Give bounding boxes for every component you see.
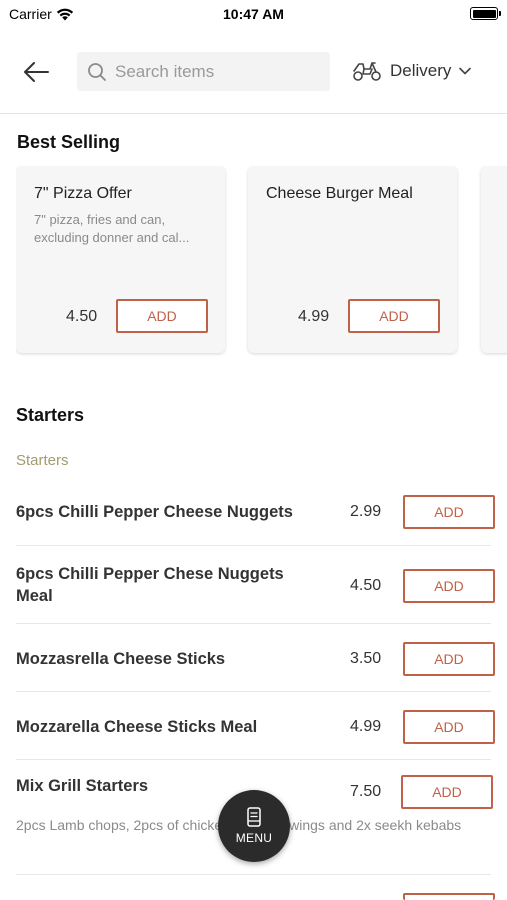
menu-item-price: 4.99 <box>350 718 382 735</box>
add-button-partial[interactable] <box>403 893 495 900</box>
menu-item[interactable]: Mozzasrella Cheese Sticks 3.50 ADD <box>16 642 495 676</box>
divider <box>16 691 491 692</box>
menu-item-price: 4.50 <box>350 577 382 594</box>
chevron-down-icon <box>459 67 472 75</box>
menu-item-name: Mozzasrella Cheese Sticks <box>16 650 226 668</box>
menu-button-label: MENU <box>235 831 273 845</box>
arrow-left-icon <box>24 62 49 82</box>
product-card-name: 7" Pizza Offer <box>34 185 132 202</box>
product-card-price: 4.99 <box>298 308 330 325</box>
menu-item-price: 3.50 <box>350 650 382 667</box>
status-bar: Carrier 10:47 AM <box>0 0 507 28</box>
menu-item-price: 2.99 <box>350 503 382 520</box>
starters-title: Starters <box>16 405 85 425</box>
menu-item[interactable]: 6pcs Chilli Pepper Chese Nuggets Meal 4.… <box>16 563 495 609</box>
search-input[interactable] <box>115 61 315 82</box>
best-selling-carousel[interactable]: 7" Pizza Offer 7" pizza, fries and can, … <box>16 166 507 356</box>
best-selling-title: Best Selling <box>17 132 121 152</box>
menu-item-name: Mozzarella Cheese Sticks Meal <box>16 718 258 736</box>
menu-item-name: 6pcs Chilli Pepper Cheese Nuggets <box>16 503 293 521</box>
back-button[interactable] <box>18 54 54 90</box>
scooter-icon <box>353 62 381 81</box>
add-button[interactable]: ADD <box>401 775 493 809</box>
product-card-partial[interactable] <box>481 166 507 353</box>
menu-item[interactable]: 6pcs Chilli Pepper Cheese Nuggets 2.99 A… <box>16 495 495 529</box>
menu-item[interactable]: Mozzarella Cheese Sticks Meal 4.99 ADD <box>16 710 495 744</box>
product-card-name: Cheese Burger Meal <box>266 185 413 202</box>
product-card[interactable]: 7" Pizza Offer 7" pizza, fries and can, … <box>16 166 225 353</box>
divider <box>16 545 491 546</box>
status-time: 10:47 AM <box>223 6 284 22</box>
add-button[interactable]: ADD <box>403 495 495 529</box>
delivery-selector[interactable]: Delivery <box>352 60 472 82</box>
menu-item-name: Mix Grill Starters <box>16 777 149 795</box>
divider <box>16 759 491 760</box>
divider <box>16 874 491 875</box>
starters-subtitle: Starters <box>16 452 69 469</box>
delivery-label: Delivery <box>390 61 452 80</box>
divider <box>16 623 491 624</box>
menu-item-name: 6pcs Chilli Pepper Chese Nuggets Meal <box>16 565 284 605</box>
add-button[interactable]: ADD <box>403 710 495 744</box>
header-bar: Delivery <box>0 40 507 114</box>
search-icon <box>88 62 106 81</box>
product-card[interactable]: Cheese Burger Meal 4.99 ADD <box>248 166 457 353</box>
battery-icon <box>470 7 501 20</box>
search-box[interactable] <box>77 52 330 91</box>
menu-item-price: 7.50 <box>350 783 382 800</box>
product-card-price: 4.50 <box>66 308 98 325</box>
menu-button[interactable]: MENU <box>218 790 290 862</box>
product-card-description: 7" pizza, fries and can, excluding donne… <box>34 212 190 245</box>
menu-book-icon <box>247 807 261 827</box>
add-button[interactable]: ADD <box>403 642 495 676</box>
add-button[interactable]: ADD <box>348 299 440 333</box>
add-button[interactable]: ADD <box>403 569 495 603</box>
add-button[interactable]: ADD <box>116 299 208 333</box>
